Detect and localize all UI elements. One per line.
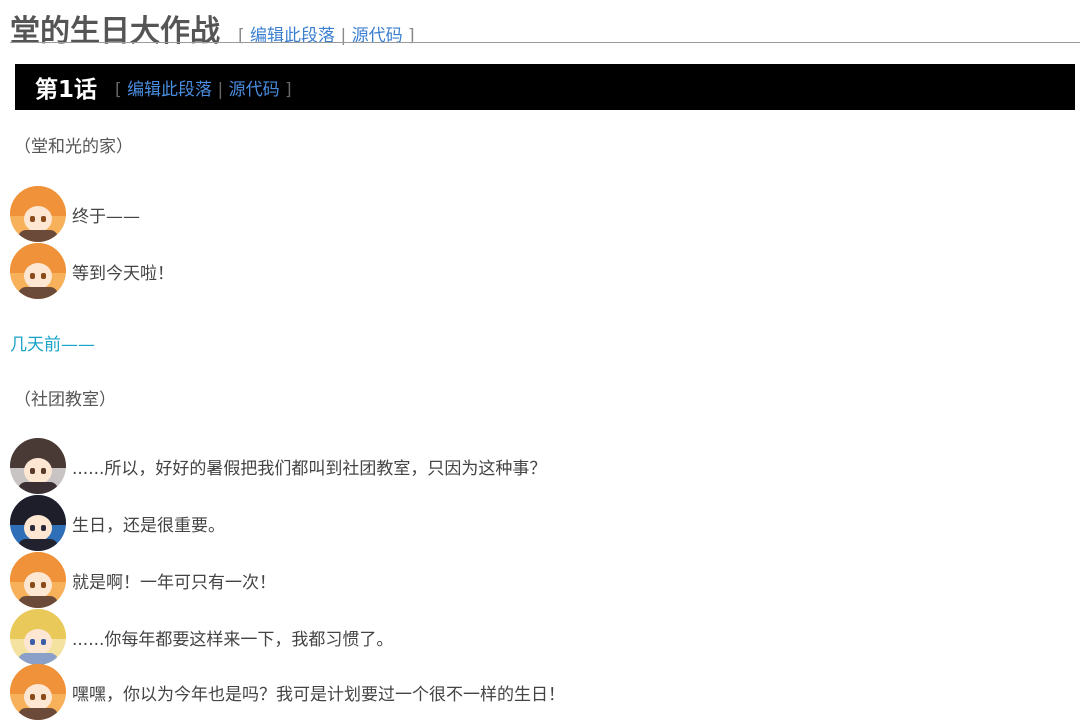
link-separator: |: [340, 26, 347, 46]
bracket-close: ]: [285, 79, 292, 100]
dialogue-text: 嘿嘿，你以为今年也是吗？我可是计划要过一个很不一样的生日！: [72, 684, 565, 705]
dialogue-line: ......你每年都要这样来一下，我都习惯了。: [10, 609, 393, 665]
edit-section-link[interactable]: 编辑此段落: [250, 26, 335, 46]
brown-hair-character-avatar: [10, 438, 66, 494]
bracket-open: [: [115, 79, 122, 100]
chapter-title: 第1话: [35, 77, 98, 103]
hikaru-avatar: [10, 552, 66, 608]
black-hair-character-avatar: [10, 495, 66, 551]
dialogue-line: ......所以，好好的暑假把我们都叫到社团教室，只因为这种事？: [10, 438, 546, 494]
bracket-close: ]: [408, 26, 415, 46]
page-heading: 堂的生日大作战 [ 编辑此段落 | 源代码 ]: [10, 6, 1080, 50]
scene-note-home: （堂和光的家）: [14, 137, 133, 157]
scene-note-clubroom: （社团教室）: [14, 390, 116, 410]
source-code-link[interactable]: 源代码: [352, 26, 403, 46]
chapter-edit-section-link[interactable]: 编辑此段落: [127, 80, 212, 100]
page-title: 堂的生日大作战: [10, 14, 220, 49]
dialogue-line: 生日，还是很重要。: [10, 495, 225, 551]
dialogue-text: ......你每年都要这样来一下，我都习惯了。: [72, 629, 394, 650]
hikaru-avatar: [10, 664, 66, 720]
hikaru-avatar: [10, 186, 66, 242]
dialogue-line: 等到今天啦！: [10, 243, 174, 299]
dialogue-text: 终于——: [72, 206, 140, 227]
dialogue-text: 等到今天啦！: [72, 263, 174, 284]
blonde-hair-character-avatar: [10, 609, 66, 665]
dialogue-line: 就是啊！一年可只有一次！: [10, 552, 276, 608]
dialogue-text: 就是啊！一年可只有一次！: [72, 572, 276, 593]
bracket-open: [: [238, 26, 245, 46]
link-separator: |: [217, 79, 224, 100]
dialogue-line: 嘿嘿，你以为今年也是吗？我可是计划要过一个很不一样的生日！: [10, 664, 565, 720]
dialogue-text: ......所以，好好的暑假把我们都叫到社团教室，只因为这种事？: [72, 458, 547, 479]
chapter-header: 第1话 [ 编辑此段落 | 源代码 ]: [15, 64, 1075, 110]
dialogue-text: 生日，还是很重要。: [72, 515, 225, 536]
wiki-page: 堂的生日大作战 [ 编辑此段落 | 源代码 ] 第1话 [ 编辑此段落 | 源代…: [0, 0, 1080, 720]
title-divider: [10, 42, 1080, 43]
hikaru-avatar: [10, 243, 66, 299]
flashback-link[interactable]: 几天前——: [10, 330, 95, 355]
dialogue-line: 终于——: [10, 186, 140, 242]
chapter-edit-links: [ 编辑此段落 | 源代码 ]: [115, 75, 292, 100]
chapter-source-code-link[interactable]: 源代码: [229, 80, 280, 100]
